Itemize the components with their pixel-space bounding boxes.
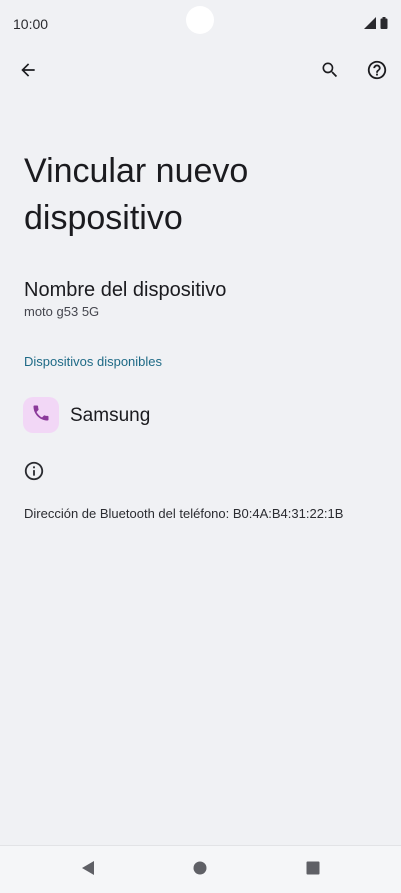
search-icon <box>320 60 340 85</box>
device-label: Samsung <box>70 405 151 426</box>
status-bar: 10:00 <box>0 0 401 48</box>
status-time: 10:00 <box>13 16 49 32</box>
navigation-bar <box>0 845 401 893</box>
circle-home-icon <box>193 861 207 880</box>
help-icon <box>366 59 388 86</box>
nav-recents-button[interactable] <box>303 860 323 880</box>
nav-home-button[interactable] <box>190 860 210 880</box>
device-name-title: Nombre del dispositivo <box>24 279 227 301</box>
search-button[interactable] <box>314 56 346 88</box>
device-icon-container <box>23 397 59 433</box>
page-title: Vincular nuevo dispositivo <box>24 152 249 237</box>
bluetooth-address-text: Dirección de Bluetooth del teléfono: B0:… <box>24 506 344 521</box>
arrow-back-icon <box>18 60 38 85</box>
signal-icon <box>364 16 376 34</box>
help-button[interactable] <box>361 56 393 88</box>
phone-icon <box>31 403 51 428</box>
top-app-bar <box>0 52 401 92</box>
info-icon <box>23 460 47 484</box>
triangle-back-icon <box>81 860 95 881</box>
battery-icon <box>380 16 388 34</box>
available-devices-header: Dispositivos disponibles <box>24 354 163 369</box>
device-name-value: moto g53 5G <box>24 304 100 319</box>
nav-back-button[interactable] <box>78 860 98 880</box>
device-name-setting[interactable]: Nombre del dispositivo moto g53 5G <box>24 278 226 321</box>
camera-cutout <box>186 6 214 34</box>
back-button[interactable] <box>12 56 44 88</box>
square-recents-icon <box>306 861 320 880</box>
status-icons <box>364 16 388 34</box>
device-item-samsung[interactable]: Samsung <box>0 393 401 439</box>
